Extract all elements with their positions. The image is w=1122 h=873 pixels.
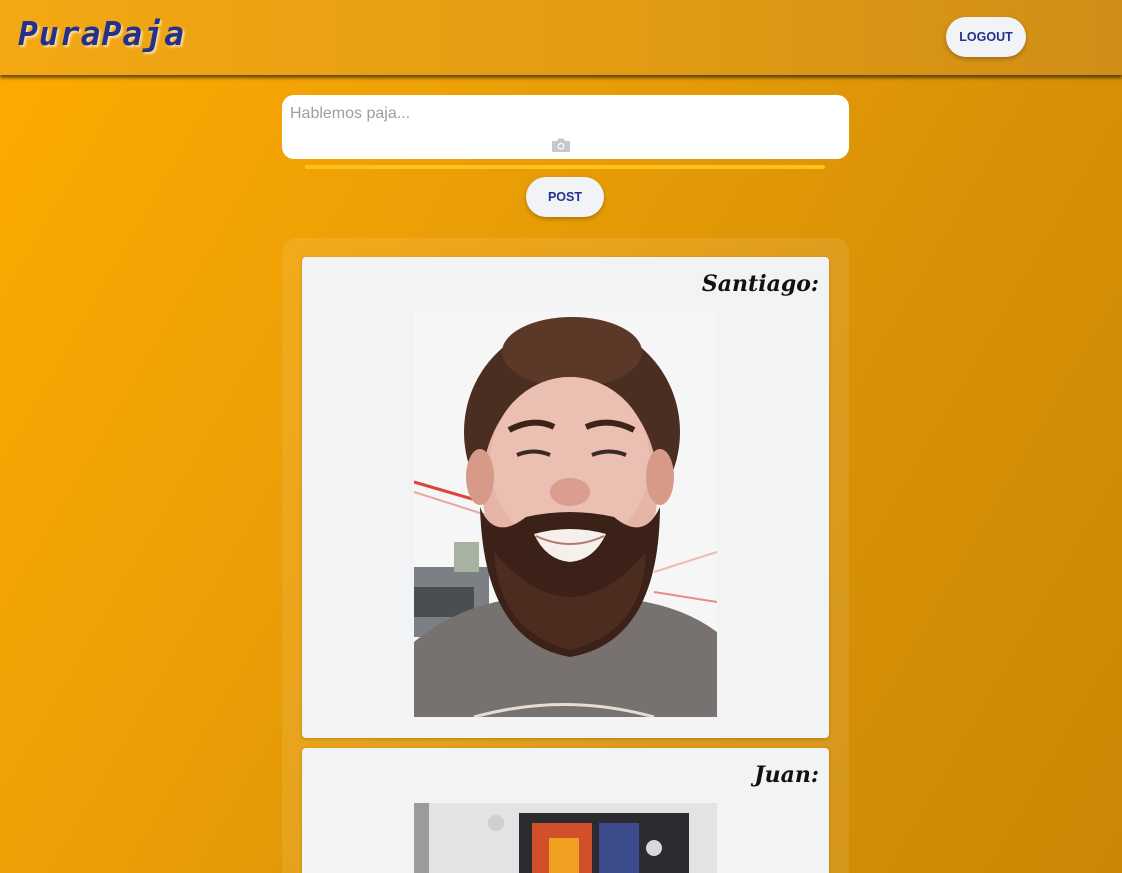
post-author: Juan: — [754, 762, 819, 788]
composer-divider — [305, 165, 825, 169]
post-button[interactable]: POST — [526, 177, 604, 217]
post-image[interactable] — [414, 312, 717, 717]
post-image[interactable] — [414, 803, 717, 873]
post-text-input[interactable] — [282, 95, 849, 135]
post-card: Santiago: — [302, 257, 829, 738]
app-logo[interactable]: PuraPaja — [18, 14, 185, 53]
post-author: Santiago: — [701, 271, 819, 297]
camera-icon[interactable] — [551, 137, 571, 153]
post-card: Juan: — [302, 748, 829, 873]
top-navbar: PuraPaja LOGOUT — [0, 0, 1122, 75]
logout-button[interactable]: LOGOUT — [946, 17, 1026, 57]
